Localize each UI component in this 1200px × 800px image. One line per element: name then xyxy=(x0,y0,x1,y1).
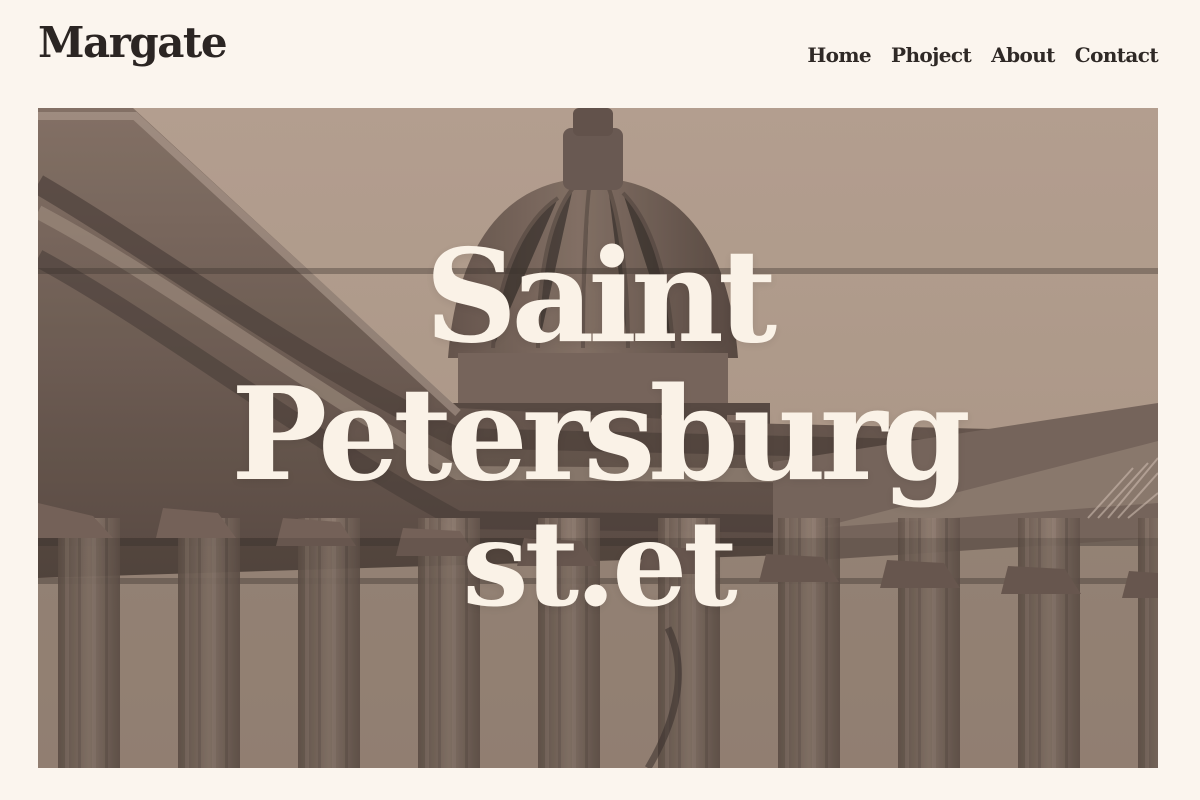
site-header: Margate Home Phoject About Contact xyxy=(0,0,1200,108)
nav-home-link[interactable]: Home xyxy=(807,43,871,67)
cathedral-photo xyxy=(38,108,1158,768)
main-nav: Home Phoject About Contact xyxy=(807,43,1158,67)
nav-project-link[interactable]: Phoject xyxy=(891,43,972,67)
nav-contact-link[interactable]: Contact xyxy=(1075,43,1159,67)
nav-about-link[interactable]: About xyxy=(991,43,1055,67)
margate-logo[interactable]: Margate xyxy=(38,22,228,64)
hero-banner: Saint Petersburg st.et xyxy=(38,108,1158,768)
